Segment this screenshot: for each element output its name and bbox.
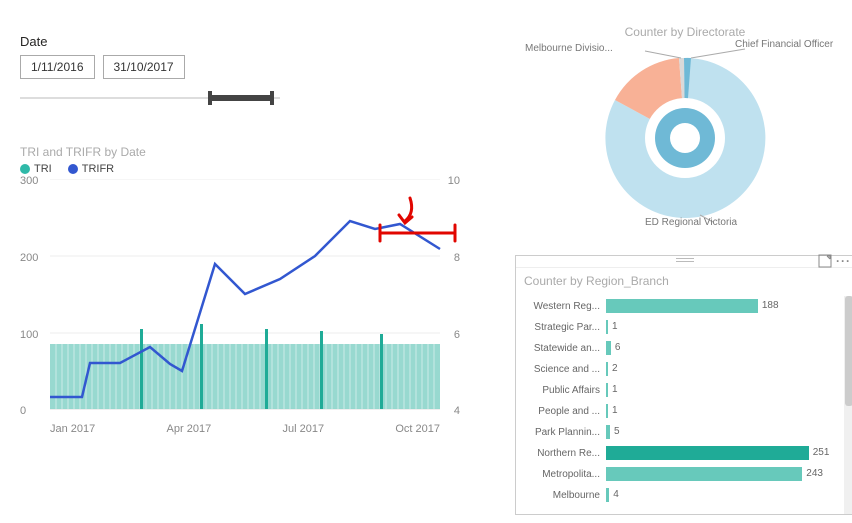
chart1-title: TRI and TRIFR by Date xyxy=(20,145,460,159)
x-tick: Oct 2017 xyxy=(395,423,440,435)
bar-value-label: 243 xyxy=(806,467,823,481)
chart2-plot[interactable]: Melbourne Divisio... Chief Financial Off… xyxy=(585,43,785,223)
bar-value-label: 1 xyxy=(612,320,618,334)
bar-value-label: 188 xyxy=(762,299,779,313)
x-tick: Jan 2017 xyxy=(50,423,95,435)
bar-track: 1 xyxy=(606,320,846,334)
chart1-legend: TRI TRIFR xyxy=(20,163,460,175)
bar-value-label: 6 xyxy=(615,341,621,355)
bar-row[interactable]: Park Plannin... 5 xyxy=(516,422,846,442)
bar-row[interactable]: Melbourne 4 xyxy=(516,485,846,505)
bar-track: 6 xyxy=(606,341,846,355)
bar-value-label: 5 xyxy=(614,425,620,439)
donut-label-melbourne: Melbourne Divisio... xyxy=(525,43,613,54)
legend-item-tri[interactable]: TRI xyxy=(20,163,52,175)
bar-track: 251 xyxy=(606,446,846,460)
bar-category-label: Statewide an... xyxy=(516,343,606,354)
chart3-title: Counter by Region_Branch xyxy=(516,268,852,296)
slider-handle-right[interactable] xyxy=(270,91,274,105)
trifr-color-icon xyxy=(68,164,78,174)
legend-item-trifr[interactable]: TRIFR xyxy=(68,163,114,175)
bar-track: 188 xyxy=(606,299,846,313)
chart1-x-ticks: Jan 2017 Apr 2017 Jul 2017 Oct 2017 xyxy=(50,423,440,435)
more-options-icon[interactable]: ··· xyxy=(836,254,850,268)
bar-category-label: Western Reg... xyxy=(516,301,606,312)
date-range-inputs: 1/11/2016 31/10/2017 xyxy=(20,55,280,79)
slider-handle-left[interactable] xyxy=(208,91,212,105)
bar-category-label: Public Affairs xyxy=(516,385,606,396)
bar-row[interactable]: Northern Re... 251 xyxy=(516,443,846,463)
bar-fill xyxy=(606,341,611,355)
bar-row[interactable]: People and ... 1 xyxy=(516,401,846,421)
card-header[interactable]: ··· xyxy=(516,256,852,268)
bar-track: 1 xyxy=(606,383,846,397)
chart3-bars[interactable]: Western Reg... 188 Strategic Par... 1 Statew… xyxy=(516,296,852,505)
x-tick: Jul 2017 xyxy=(282,423,324,435)
x-tick: Apr 2017 xyxy=(167,423,212,435)
bar-fill xyxy=(606,467,802,481)
bar-fill xyxy=(606,320,608,334)
bar-category-label: Park Plannin... xyxy=(516,427,606,438)
bar-value-label: 1 xyxy=(612,404,618,418)
bar-track: 243 xyxy=(606,467,846,481)
chart1-svg xyxy=(20,179,460,419)
chart2-title: Counter by Directorate xyxy=(530,25,840,39)
bar-category-label: Northern Re... xyxy=(516,448,606,459)
chart-region-branch: ··· Counter by Region_Branch Western Reg… xyxy=(515,255,852,515)
drag-grip-icon[interactable] xyxy=(676,258,694,262)
bar-category-label: Melbourne xyxy=(516,490,606,501)
bar-value-label: 4 xyxy=(613,488,619,502)
chart-directorate: Counter by Directorate Melbourne Divisio… xyxy=(530,25,840,255)
bar-row[interactable]: Strategic Par... 1 xyxy=(516,317,846,337)
bar-row[interactable]: Metropolita... 243 xyxy=(516,464,846,484)
bar-fill xyxy=(606,446,809,460)
bar-fill xyxy=(606,383,608,397)
bar-value-label: 1 xyxy=(612,383,618,397)
date-filter-label: Date xyxy=(20,34,280,49)
bar-fill xyxy=(606,404,608,418)
bar-category-label: People and ... xyxy=(516,406,606,417)
bar-category-label: Metropolita... xyxy=(516,469,606,480)
date-range-slider[interactable] xyxy=(20,89,280,107)
donut-svg xyxy=(585,43,785,223)
vertical-scrollbar[interactable] xyxy=(844,296,852,514)
bar-fill xyxy=(606,299,758,313)
legend-trifr-label: TRIFR xyxy=(82,163,114,175)
bar-row[interactable]: Science and ... 2 xyxy=(516,359,846,379)
tri-color-icon xyxy=(20,164,30,174)
bar-fill xyxy=(606,425,610,439)
bar-row[interactable]: Western Reg... 188 xyxy=(516,296,846,316)
scrollbar-thumb[interactable] xyxy=(845,296,852,406)
bar-track: 4 xyxy=(606,488,846,502)
donut-label-cfo: Chief Financial Officer xyxy=(735,39,833,50)
date-from-input[interactable]: 1/11/2016 xyxy=(20,55,95,79)
donut-label-regional: ED Regional Victoria xyxy=(645,217,737,228)
focus-mode-icon[interactable] xyxy=(818,254,832,268)
bar-fill xyxy=(606,488,609,502)
bar-track: 2 xyxy=(606,362,846,376)
bar-track: 5 xyxy=(606,425,846,439)
bar-fill xyxy=(606,362,608,376)
bar-row[interactable]: Public Affairs 1 xyxy=(516,380,846,400)
date-to-input[interactable]: 31/10/2017 xyxy=(103,55,185,79)
chart-tri-trifr: TRI and TRIFR by Date TRI TRIFR 300 200 … xyxy=(20,145,460,445)
bar-value-label: 251 xyxy=(813,446,830,460)
slider-selection xyxy=(210,95,270,101)
bar-category-label: Strategic Par... xyxy=(516,322,606,333)
legend-tri-label: TRI xyxy=(34,163,52,175)
bar-category-label: Science and ... xyxy=(516,364,606,375)
bar-value-label: 2 xyxy=(612,362,618,376)
date-filter: Date 1/11/2016 31/10/2017 xyxy=(20,34,280,107)
bar-track: 1 xyxy=(606,404,846,418)
bar-row[interactable]: Statewide an... 6 xyxy=(516,338,846,358)
chart1-plot[interactable]: 300 200 100 0 10 8 6 4 xyxy=(20,179,460,419)
